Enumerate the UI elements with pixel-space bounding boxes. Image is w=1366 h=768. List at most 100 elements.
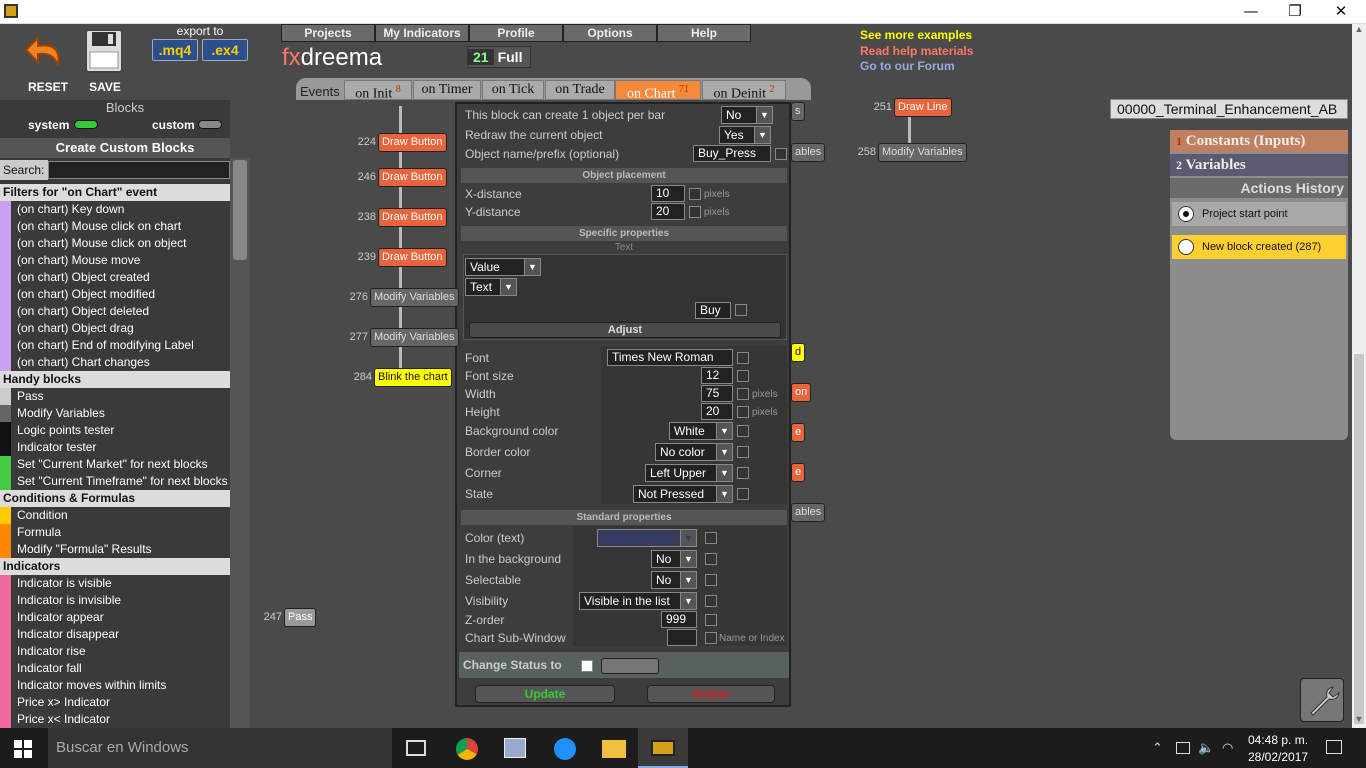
- menu-options[interactable]: Options: [563, 24, 657, 42]
- project-name-field[interactable]: 00000_Terminal_Enhancement_AB: [1110, 99, 1348, 119]
- save-button[interactable]: SAVE: [80, 80, 130, 94]
- scrollbar-thumb[interactable]: [233, 160, 247, 260]
- ydistance-input[interactable]: 20: [651, 203, 685, 220]
- color-text-select[interactable]: MidnightBlue ▼: [597, 529, 697, 547]
- text-value-input[interactable]: Buy: [695, 302, 731, 319]
- scroll-up-icon[interactable]: ▲: [1352, 24, 1366, 38]
- block-list-item[interactable]: (on chart) End of modifying Label: [0, 337, 230, 354]
- color-text-checkbox[interactable]: [705, 532, 717, 544]
- value-type-select[interactable]: Value ▼: [465, 258, 541, 276]
- adjust-button[interactable]: Adjust: [469, 322, 781, 338]
- block-list-item[interactable]: Logic points tester: [0, 422, 230, 439]
- width-input[interactable]: 75: [701, 385, 733, 402]
- window-scrollbar[interactable]: ▲ ▼: [1352, 24, 1366, 728]
- windows-start-icon[interactable]: [14, 740, 32, 758]
- block-list-item[interactable]: Indicator moves within limits: [0, 677, 230, 694]
- height-input[interactable]: 20: [701, 403, 733, 420]
- block-list-item[interactable]: Indicator is invisible: [0, 592, 230, 609]
- state-checkbox[interactable]: [737, 488, 749, 500]
- one-per-bar-select[interactable]: No ▼: [721, 106, 773, 124]
- canvas-block-node[interactable]: 247 Pass: [258, 608, 317, 627]
- block-list-item[interactable]: (on chart) Mouse click on chart: [0, 218, 230, 235]
- canvas-node-peek[interactable]: e: [791, 423, 806, 442]
- blocks-scrollbar[interactable]: [230, 158, 250, 728]
- examples-link[interactable]: See more examples: [860, 28, 972, 42]
- block-list-item[interactable]: Set "Current Market" for next blocks: [0, 456, 230, 473]
- state-select[interactable]: Not Pressed ▼: [633, 485, 733, 503]
- block-list-item[interactable]: Indicator rise: [0, 643, 230, 660]
- export-ex4-button[interactable]: .ex4: [202, 39, 248, 61]
- export-mq4-button[interactable]: .mq4: [152, 39, 198, 61]
- forum-link[interactable]: Go to our Forum: [860, 59, 955, 73]
- wrench-icon[interactable]: [1300, 678, 1344, 722]
- tab-on-init[interactable]: on Init 8: [344, 80, 412, 102]
- block-list-item[interactable]: Indicator disappear: [0, 626, 230, 643]
- selectable-checkbox[interactable]: [705, 574, 717, 586]
- object-name-input[interactable]: Buy_Press: [693, 145, 771, 162]
- canvas-node-peek[interactable]: s: [791, 102, 805, 121]
- change-status-checkbox[interactable]: [581, 660, 593, 672]
- variables-tab[interactable]: 2 Variables: [1170, 154, 1348, 176]
- help-link[interactable]: Read help materials: [860, 44, 973, 58]
- constants-tab[interactable]: 1 Constants (Inputs): [1170, 130, 1348, 152]
- block-list-item[interactable]: Indicator fall: [0, 660, 230, 677]
- border-color-select[interactable]: No color ▼: [655, 443, 733, 461]
- font-size-checkbox[interactable]: [737, 370, 749, 382]
- update-button[interactable]: Update: [475, 685, 615, 703]
- edge-icon[interactable]: [554, 738, 576, 760]
- block-list-item[interactable]: Modify Variables: [0, 405, 230, 422]
- reset-button[interactable]: RESET: [20, 80, 76, 94]
- status-color-swatch[interactable]: [601, 658, 659, 674]
- maximize-button[interactable]: ❐: [1272, 0, 1318, 24]
- fxdreema-task-icon[interactable]: [638, 728, 688, 768]
- block-list-item[interactable]: (on chart) Mouse click on object: [0, 235, 230, 252]
- canvas-node-peek[interactable]: e: [791, 463, 806, 482]
- subwindow-checkbox[interactable]: [705, 632, 717, 644]
- subwindow-input[interactable]: [667, 629, 697, 646]
- search-input[interactable]: [48, 161, 230, 179]
- canvas-block-node[interactable]: 251 Draw Line: [868, 98, 952, 117]
- history-item[interactable]: Project start point: [1172, 202, 1346, 226]
- block-list-item[interactable]: (on chart) Object deleted: [0, 303, 230, 320]
- canvas-node-peek[interactable]: ables: [791, 503, 826, 522]
- system-toggle[interactable]: [74, 120, 98, 129]
- save-icon[interactable]: [84, 28, 126, 74]
- tray-chevron-icon[interactable]: ⌃: [1152, 740, 1163, 756]
- menu-projects[interactable]: Projects: [281, 24, 375, 42]
- app-window-icon[interactable]: [504, 738, 526, 758]
- canvas-block-node[interactable]: 258 Modify Variables: [852, 143, 967, 162]
- block-list-item[interactable]: (on chart) Object drag: [0, 320, 230, 337]
- delete-button[interactable]: Delete: [647, 685, 775, 703]
- tab-on-deinit[interactable]: on Deinit 2: [702, 80, 786, 102]
- background-color-select[interactable]: White ▼: [669, 422, 733, 440]
- file-explorer-icon[interactable]: [602, 740, 626, 758]
- block-list-item[interactable]: (on chart) Key down: [0, 201, 230, 218]
- block-list-item[interactable]: (on chart) Chart changes: [0, 354, 230, 371]
- battery-icon[interactable]: [1176, 742, 1190, 754]
- menu-help[interactable]: Help: [657, 24, 751, 42]
- zorder-checkbox[interactable]: [705, 614, 717, 626]
- block-list-item[interactable]: Price x< Indicator: [0, 711, 230, 728]
- block-list-item[interactable]: (on chart) Object modified: [0, 286, 230, 303]
- selectable-select[interactable]: No ▼: [651, 571, 697, 589]
- canvas-block-node[interactable]: 284 Blink the chart: [348, 368, 452, 387]
- block-list-item[interactable]: Modify "Formula" Results: [0, 541, 230, 558]
- in-background-select[interactable]: No ▼: [651, 550, 697, 568]
- tab-on-tick[interactable]: on Tick: [482, 80, 544, 100]
- text-value-checkbox[interactable]: [735, 304, 747, 316]
- history-item[interactable]: New block created (287): [1172, 235, 1346, 259]
- ydistance-checkbox[interactable]: [689, 206, 701, 218]
- canvas-block-node[interactable]: 238 Draw Button: [352, 208, 447, 227]
- redraw-select[interactable]: Yes ▼: [719, 126, 771, 144]
- font-input[interactable]: Times New Roman: [607, 349, 733, 366]
- block-list-item[interactable]: Indicator is visible: [0, 575, 230, 592]
- zorder-input[interactable]: 999: [661, 611, 697, 628]
- wifi-icon[interactable]: ◠: [1222, 740, 1233, 756]
- block-list-item[interactable]: Formula: [0, 524, 230, 541]
- corner-select[interactable]: Left Upper ▼: [645, 464, 733, 482]
- canvas-block-node[interactable]: 239 Draw Button: [352, 248, 447, 267]
- notifications-icon[interactable]: [1326, 740, 1342, 754]
- xdistance-checkbox[interactable]: [689, 188, 701, 200]
- corner-checkbox[interactable]: [737, 467, 749, 479]
- block-list-item[interactable]: (on chart) Object created: [0, 269, 230, 286]
